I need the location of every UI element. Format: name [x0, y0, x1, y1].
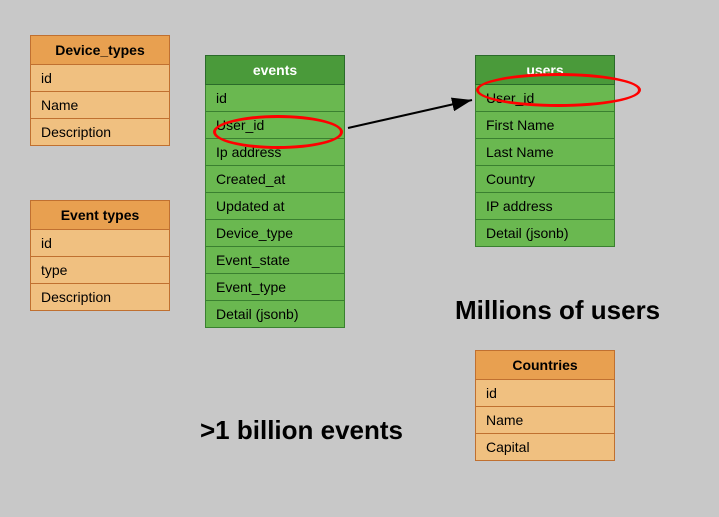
users-header: users: [476, 56, 615, 85]
users-row: Last Name: [476, 139, 615, 166]
countries-row: Capital: [476, 434, 615, 461]
events-row: Device_type: [206, 220, 345, 247]
users-row: Country: [476, 166, 615, 193]
device-types-row: Description: [31, 119, 170, 146]
countries-row: id: [476, 380, 615, 407]
events-table: events id User_id Ip address Created_at …: [205, 55, 345, 328]
events-header: events: [206, 56, 345, 85]
events-row: Detail (jsonb): [206, 301, 345, 328]
users-row: IP address: [476, 193, 615, 220]
diagram-container: Device_types id Name Description Event t…: [0, 0, 719, 517]
events-row: id: [206, 85, 345, 112]
events-row: User_id: [206, 112, 345, 139]
event-types-header: Event types: [31, 201, 170, 230]
events-row: Event_type: [206, 274, 345, 301]
users-label: Millions of users: [455, 295, 660, 326]
event-types-table: Event types id type Description: [30, 200, 170, 311]
users-row: Detail (jsonb): [476, 220, 615, 247]
countries-header: Countries: [476, 351, 615, 380]
events-row: Ip address: [206, 139, 345, 166]
event-types-row: type: [31, 257, 170, 284]
users-table: users User_id First Name Last Name Count…: [475, 55, 615, 247]
device-types-table: Device_types id Name Description: [30, 35, 170, 146]
users-row: User_id: [476, 85, 615, 112]
event-types-row: id: [31, 230, 170, 257]
events-row: Created_at: [206, 166, 345, 193]
device-types-row: Name: [31, 92, 170, 119]
device-types-row: id: [31, 65, 170, 92]
event-types-row: Description: [31, 284, 170, 311]
device-types-header: Device_types: [31, 36, 170, 65]
countries-table: Countries id Name Capital: [475, 350, 615, 461]
events-row: Updated at: [206, 193, 345, 220]
events-label: >1 billion events: [200, 415, 403, 446]
events-row: Event_state: [206, 247, 345, 274]
users-row: First Name: [476, 112, 615, 139]
countries-row: Name: [476, 407, 615, 434]
